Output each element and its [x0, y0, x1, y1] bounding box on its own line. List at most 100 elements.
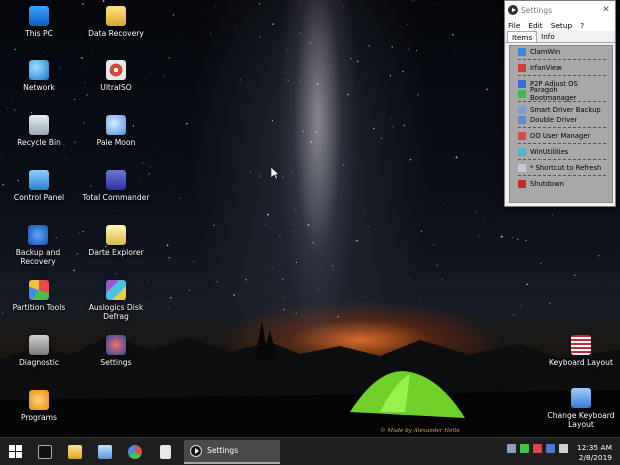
list-item-label: OO User Manager: [530, 132, 591, 140]
desktop-icon-keyboard-layout[interactable]: Keyboard Layout: [543, 335, 619, 367]
mouse-cursor-icon: [271, 167, 280, 180]
list-item-label: IrfanView: [530, 64, 562, 72]
explorer-icon: [106, 225, 126, 245]
programs-icon: [29, 390, 49, 410]
list-item[interactable]: Paragon Bootmanager: [518, 86, 606, 102]
desktop-icon-recycle-bin[interactable]: Recycle Bin: [1, 115, 77, 147]
tray-display-icon[interactable]: [546, 444, 555, 453]
list-item[interactable]: IrfanView: [518, 63, 606, 73]
app-icon: [518, 64, 526, 72]
taskbar-clock[interactable]: 12:35 AM 2/8/2019: [577, 443, 612, 463]
app-icon: [518, 148, 526, 156]
list-item[interactable]: Smart Driver Backup: [518, 105, 606, 115]
desktop-icon-backup-and-recovery[interactable]: Backup and Recovery: [0, 225, 76, 266]
tray-app-icon[interactable]: [520, 444, 529, 453]
menu-bar: File Edit Setup ?: [505, 19, 615, 31]
tray-volume-icon[interactable]: [559, 444, 568, 453]
diagnostic-icon: [29, 335, 49, 355]
paint-icon: [128, 444, 142, 459]
list-item-label: * Shortcut to Refresh: [530, 164, 602, 172]
app-icon: [518, 116, 526, 124]
list-item-label: ClamWin: [530, 48, 561, 56]
settings-window[interactable]: Settings ✕ File Edit Setup ? Items Info …: [504, 0, 616, 207]
app-icon: [518, 164, 526, 172]
taskbar: Settings 12:35 AM 2/8/2019: [0, 437, 620, 465]
system-tray[interactable]: [503, 444, 568, 453]
play-icon: [508, 5, 518, 15]
list-item[interactable]: * Shortcut to Refresh: [518, 163, 606, 173]
wallpaper-credit: © Made by Alexander Hetle: [380, 428, 460, 434]
start-button[interactable]: [0, 438, 30, 465]
list-separator: [518, 143, 606, 144]
app-icon: [518, 106, 526, 114]
floppy-icon: [106, 170, 126, 190]
desktop-icon-ultraiso[interactable]: UltraISO: [78, 60, 154, 92]
desktop-icon-partition-tools[interactable]: Partition Tools: [1, 280, 77, 312]
taskbar-app-settings[interactable]: Settings: [184, 439, 280, 464]
taskbar-pin-terminal[interactable]: [30, 438, 60, 465]
window-title: Settings: [521, 5, 553, 15]
desktop-icon-network[interactable]: Network: [1, 60, 77, 92]
tab-strip: Items Info: [505, 31, 615, 43]
list-item[interactable]: ClamWin: [518, 47, 606, 57]
app-icon: [518, 90, 526, 98]
list-item-label: WinUtilities: [530, 148, 569, 156]
taskbar-pin-paint[interactable]: [120, 438, 150, 465]
window-titlebar[interactable]: Settings ✕: [505, 1, 615, 19]
pale-moon-icon: [106, 115, 126, 135]
keyboard-icon: [571, 388, 591, 408]
backup-icon: [28, 225, 48, 245]
recycle-bin-icon: [29, 115, 49, 135]
list-item[interactable]: Double Driver: [518, 115, 606, 125]
defrag-cubes-icon: [106, 280, 126, 300]
clock-date: 2/8/2019: [578, 453, 612, 462]
list-item-label: Smart Driver Backup: [530, 106, 601, 114]
menu-setup[interactable]: Setup: [551, 21, 573, 30]
list-separator: [518, 75, 606, 76]
control-panel-icon: [29, 170, 49, 190]
flag-icon: [571, 335, 591, 355]
list-item[interactable]: OO User Manager: [518, 131, 606, 141]
list-separator: [518, 59, 606, 60]
app-icon: [518, 48, 526, 56]
taskbar-pin-notepad[interactable]: [90, 438, 120, 465]
network-globe-icon: [29, 60, 49, 80]
desktop-icon-data-recovery[interactable]: Data Recovery: [78, 6, 154, 38]
folder-icon: [106, 6, 126, 26]
menu-help[interactable]: ?: [580, 21, 584, 30]
desktop-icon-control-panel[interactable]: Control Panel: [1, 170, 77, 202]
menu-file[interactable]: File: [508, 21, 520, 30]
menu-edit[interactable]: Edit: [528, 21, 542, 30]
close-button[interactable]: ✕: [600, 5, 612, 15]
computer-icon: [29, 6, 49, 26]
list-item[interactable]: WinUtilities: [518, 147, 606, 157]
list-item-label: Double Driver: [530, 116, 578, 124]
taskbar-pin-document[interactable]: [150, 438, 180, 465]
terminal-icon: [38, 444, 52, 459]
file-explorer-icon: [68, 444, 82, 459]
tray-security-icon[interactable]: [533, 444, 542, 453]
desktop-icon-programs[interactable]: Programs: [1, 390, 77, 422]
desktop-icon-this-pc[interactable]: This PC: [1, 6, 77, 38]
tab-info[interactable]: Info: [537, 31, 559, 42]
tab-items[interactable]: Items: [507, 31, 538, 42]
desktop-icon-diagnostic[interactable]: Diagnostic: [1, 335, 77, 367]
desktop-icon-auslogics-disk-defrag[interactable]: Auslogics Disk Defrag: [78, 280, 154, 321]
taskbar-pin-file-explorer[interactable]: [60, 438, 90, 465]
desktop-icon-total-commander[interactable]: Total Commander: [78, 170, 154, 202]
tray-network-icon[interactable]: [507, 444, 516, 453]
play-icon: [190, 444, 202, 457]
list-item[interactable]: Shutdown: [518, 179, 606, 189]
disc-icon: [106, 60, 126, 80]
list-separator: [518, 159, 606, 160]
list-separator: [518, 127, 606, 128]
clock-time: 12:35 AM: [576, 443, 612, 452]
desktop-icon-pale-moon[interactable]: Pale Moon: [78, 115, 154, 147]
list-separator: [518, 175, 606, 176]
start-icon: [8, 445, 22, 458]
desktop-icon-change-keyboard-layout[interactable]: Change Keyboard Layout: [543, 388, 619, 429]
desktop-icon-darte-explorer[interactable]: Darte Explorer: [78, 225, 154, 257]
notepad-icon: [98, 444, 112, 459]
list-item-label: Paragon Bootmanager: [530, 86, 577, 102]
desktop-icon-settings[interactable]: Settings: [78, 335, 154, 367]
